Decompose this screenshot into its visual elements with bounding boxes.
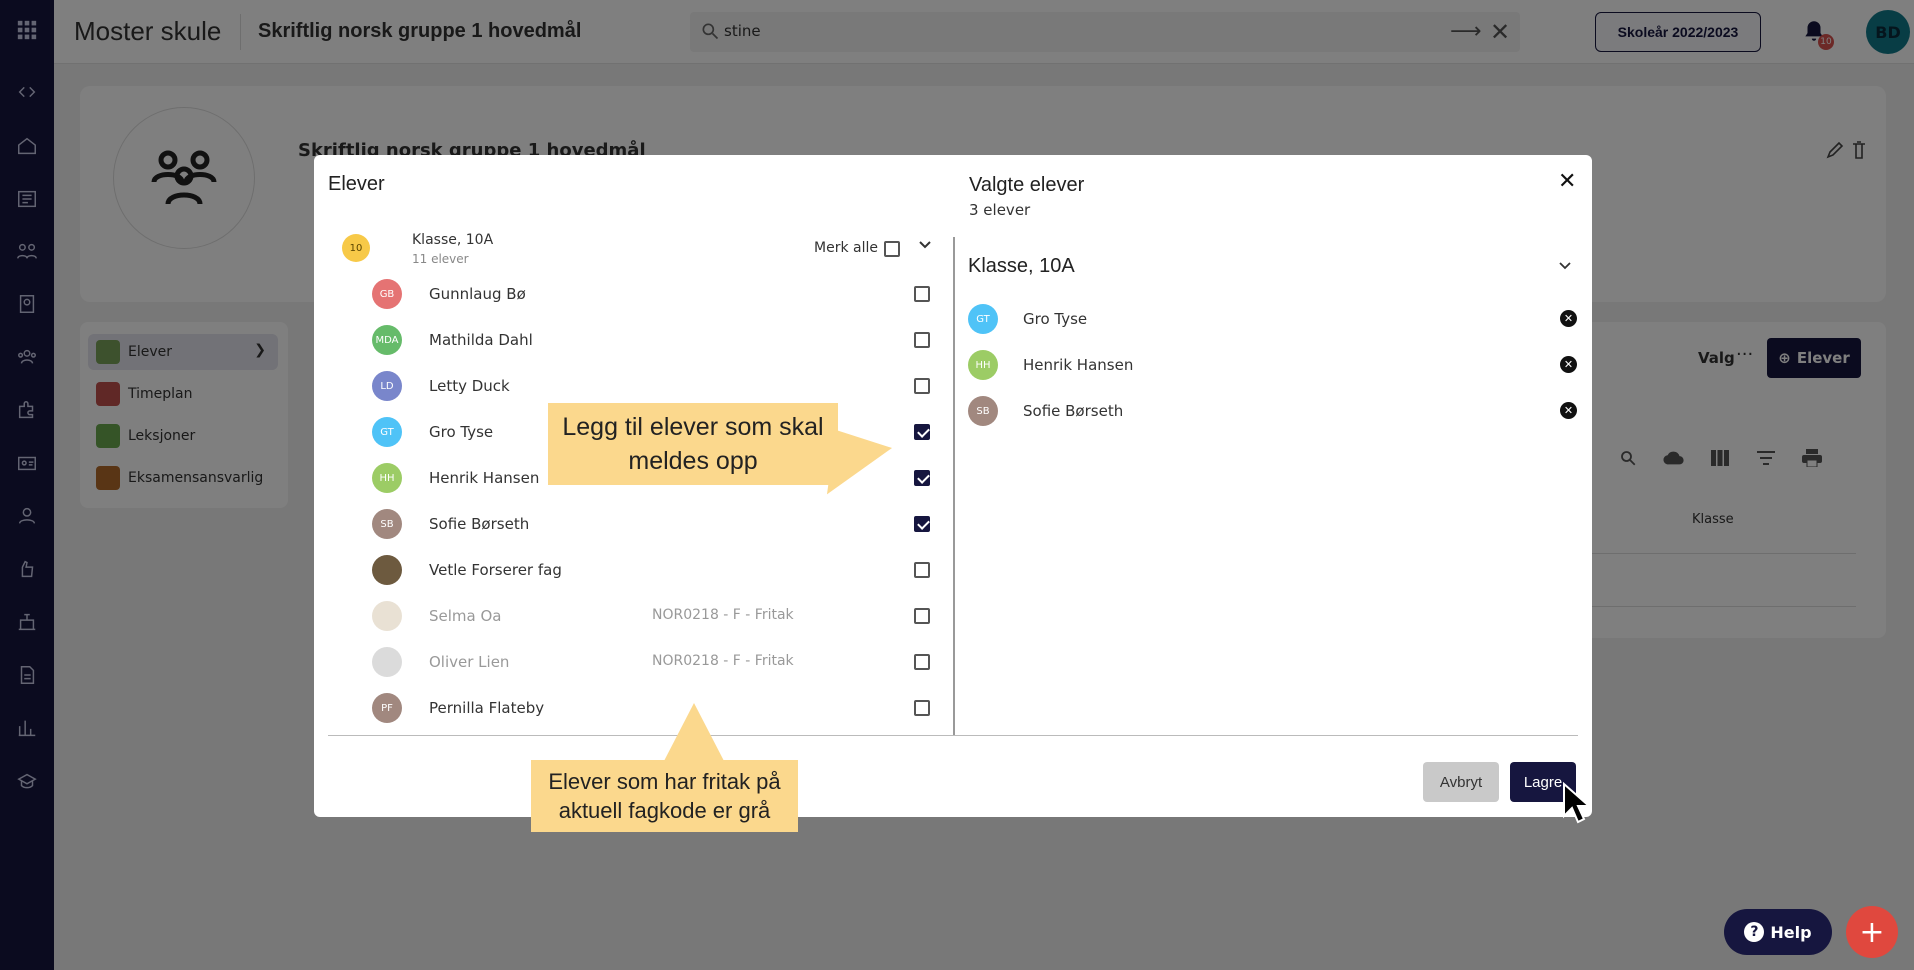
student-name: Sofie Børseth [1023,402,1124,420]
avatar: GB [372,279,402,309]
divider [328,735,1578,736]
cancel-button[interactable]: Avbryt [1423,762,1499,802]
avatar: HH [372,463,402,493]
selected-count: 3 elever [969,201,1031,219]
avatar [372,601,402,631]
student-checkbox[interactable] [914,516,930,532]
avatar: PF [372,693,402,723]
student-name: Selma Oa [429,607,502,625]
student-checkbox[interactable] [914,378,930,394]
avatar [372,647,402,677]
student-name: Oliver Lien [429,653,510,671]
student-row[interactable]: GB Gunnlaug Bø [328,271,942,317]
chevron-down-icon[interactable] [1558,258,1572,277]
student-row[interactable]: MDA Mathilda Dahl [328,317,942,363]
student-row[interactable]: SB Sofie Børseth [328,501,942,547]
exemption-label: NOR0218 - F - Fritak [652,607,794,623]
remove-icon[interactable]: ✕ [1560,310,1577,327]
callout-pointer [664,703,724,761]
selected-student-row: SB Sofie Børseth ✕ [968,388,1588,434]
avatar: HH [968,350,998,380]
student-row[interactable]: Oliver Lien NOR0218 - F - Fritak [328,639,942,685]
avatar: SB [968,396,998,426]
avatar [372,555,402,585]
student-checkbox[interactable] [914,654,930,670]
student-checkbox[interactable] [914,562,930,578]
callout-exempt-students: Elever som har fritak på aktuell fagkode… [531,760,798,832]
selected-class-name: Klasse, 10A [968,255,1075,277]
students-modal: Elever ✕ 10 Klasse, 10A 11 elever Merk a… [314,155,1592,817]
select-all-label[interactable]: Merk alle [814,240,878,256]
student-row[interactable]: PF Pernilla Flateby [328,685,942,731]
avatar: GT [968,304,998,334]
avatar: MDA [372,325,402,355]
student-checkbox[interactable] [914,608,930,624]
avatar: GT [372,417,402,447]
student-name: Gro Tyse [1023,310,1088,328]
chevron-down-icon[interactable] [918,237,932,256]
student-checkbox[interactable] [914,424,930,440]
add-fab-button[interactable]: + [1846,906,1898,958]
class-name: Klasse, 10A [412,232,494,248]
help-button[interactable]: ? Help [1724,909,1832,955]
student-name: Letty Duck [429,377,510,395]
mouse-cursor-icon [1562,781,1592,828]
student-checkbox[interactable] [914,470,930,486]
help-label: Help [1770,922,1812,942]
student-name: Henrik Hansen [429,469,540,487]
student-name: Henrik Hansen [1023,356,1134,374]
select-all-checkbox[interactable] [884,241,900,257]
student-name: Pernilla Flateby [429,699,545,717]
avatar: SB [372,509,402,539]
student-name: Gro Tyse [429,423,494,441]
selected-student-row: HH Henrik Hansen ✕ [968,342,1588,388]
student-row[interactable]: Vetle Forserer fag [328,547,942,593]
close-icon[interactable]: ✕ [1558,169,1576,194]
student-checkbox[interactable] [914,286,930,302]
modal-title: Elever [328,173,385,195]
student-name: Gunnlaug Bø [429,285,526,303]
class-avatar: 10 [342,234,370,262]
student-name: Mathilda Dahl [429,331,533,349]
selected-student-row: GT Gro Tyse ✕ [968,296,1588,342]
remove-icon[interactable]: ✕ [1560,356,1577,373]
question-icon: ? [1744,922,1765,942]
callout-add-students: Legg til elever som skal meldes opp [548,403,838,485]
selected-title: Valgte elever [969,174,1085,196]
exemption-label: NOR0218 - F - Fritak [652,653,794,669]
student-row[interactable]: Selma Oa NOR0218 - F - Fritak [328,593,942,639]
student-checkbox[interactable] [914,700,930,716]
avatar: LD [372,371,402,401]
student-checkbox[interactable] [914,332,930,348]
class-count: 11 elever [412,252,469,266]
remove-icon[interactable]: ✕ [1560,402,1577,419]
student-name: Vetle Forserer fag [429,561,562,579]
student-name: Sofie Børseth [429,515,530,533]
